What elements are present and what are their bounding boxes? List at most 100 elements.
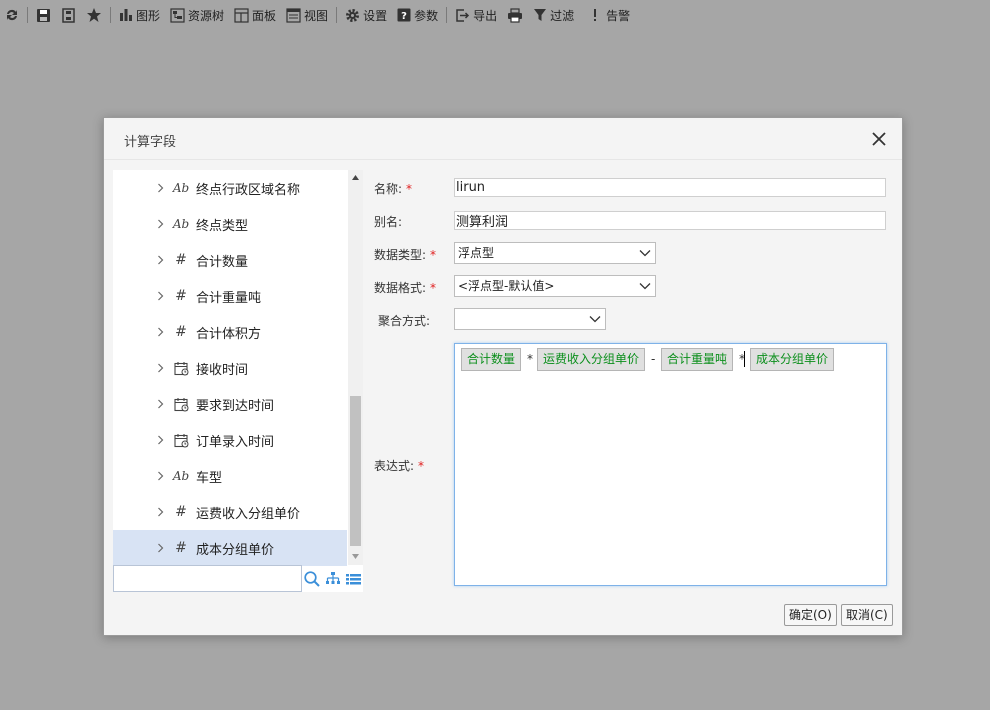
expression-field-chip[interactable]: 成本分组单价 [750,348,835,371]
save-as-button[interactable] [56,3,81,27]
expression-field-chip[interactable]: 合计数量 [461,348,522,371]
filter-button-label: 过滤 [550,8,575,23]
chevron-right-icon[interactable] [157,435,164,445]
tree-item-label: 终点类型 [196,219,249,234]
chevron-right-icon[interactable] [157,363,164,373]
resource-tree-icon [170,7,185,23]
cancel-button[interactable]: 取消(C) [841,604,893,626]
scroll-up-arrow-icon[interactable] [351,174,360,182]
scrollbar-thumb[interactable] [350,396,361,546]
chevron-right-icon[interactable] [157,327,164,337]
alert-button[interactable]: 告警 [587,3,635,27]
export-button[interactable]: 导出 [450,3,502,27]
gear-icon [346,8,360,22]
tree-item[interactable]: # 合计体积方 [113,314,347,350]
save-button[interactable] [31,3,56,27]
chart-button[interactable]: 图形 [114,3,165,27]
format-label: 数据格式: * [374,281,437,295]
resource-tree-button[interactable]: 资源树 [165,3,229,27]
parameters-button-label: 参数 [414,8,439,23]
expression-field-chip[interactable]: 合计重量吨 [661,348,734,371]
view-button-label: 视图 [304,8,329,23]
tree-item[interactable]: Ab 终点行政区域名称 [113,170,347,206]
tree-item-label: 终点行政区域名称 [196,183,301,198]
export-icon [456,8,470,22]
chevron-right-icon[interactable] [157,255,164,265]
panel-icon [234,7,249,23]
chevron-right-icon[interactable] [157,219,164,229]
format-select[interactable]: <浮点型-默认值> [454,275,656,297]
tree-item[interactable]: # 运费收入分组单价 [113,494,347,530]
datatype-value: 浮点型 [458,246,495,260]
tree-item[interactable]: 接收时间 [113,350,347,386]
favorite-button[interactable] [81,3,107,27]
tree-item[interactable]: 订单录入时间 [113,422,347,458]
hierarchy-view-icon[interactable] [325,571,341,587]
tree-scrollbar[interactable] [348,170,363,565]
field-tree-panel: Ab 终点行政区域名称 Ab 终点类型 # 合计数量 # 合计重量吨 # 合计体积方 接收时间 要求到… [113,170,363,592]
chevron-right-icon[interactable] [157,291,164,301]
view-icon [286,7,301,23]
print-button[interactable] [502,3,528,27]
refresh-button[interactable] [0,3,24,27]
calculated-field-dialog: 计算字段 Ab 终点行政区域名称 Ab 终点类型 # 合计数量 # 合计重量吨 # 合计体积方 接收… [103,117,903,636]
print-icon [508,7,523,23]
tree-item-label: 接收时间 [196,363,249,378]
tree-item-label: 合计体积方 [196,327,262,342]
parameters-button[interactable]: ? 参数 [392,3,443,27]
expression-operator: - [651,352,656,366]
tree-item-label: 车型 [196,471,223,486]
chevron-down-icon [639,250,651,257]
field-search-input[interactable] [113,565,302,592]
tree-item[interactable]: # 合计重量吨 [113,278,347,314]
list-view-icon[interactable] [345,571,362,587]
filter-icon [534,9,547,21]
export-button-label: 导出 [473,8,498,23]
chevron-right-icon[interactable] [157,543,164,553]
alert-button-label: 告警 [606,8,631,23]
bar-chart-icon [120,9,132,21]
number-type-icon: # [175,540,187,556]
toolbar-divider [336,7,338,23]
tree-item-label: 运费收入分组单价 [196,507,301,522]
chevron-right-icon[interactable] [157,183,164,193]
alert-icon [594,9,597,21]
tree-item[interactable]: Ab 车型 [113,458,347,494]
number-type-icon: # [175,324,187,340]
text-cursor [744,351,745,367]
panel-button[interactable]: 面板 [229,3,281,27]
ok-button[interactable]: 确定(O) [784,604,837,626]
panel-button-label: 面板 [252,8,277,23]
alias-field[interactable] [454,211,886,230]
tree-item[interactable]: Ab 终点类型 [113,206,347,242]
calendar-icon [173,359,189,377]
settings-button-label: 设置 [363,8,388,23]
resource-tree-label: 资源树 [188,8,225,23]
chevron-right-icon[interactable] [157,507,164,517]
number-type-icon: # [175,252,187,268]
view-button[interactable]: 视图 [281,3,333,27]
tree-item[interactable]: # 合计数量 [113,242,347,278]
save-as-icon [62,7,75,23]
name-field[interactable] [454,178,886,197]
field-form-panel: 名称:* 别名: 数据类型:* 浮点型 数据格式:* <浮点型-默认值> 聚合方… [364,170,894,592]
chevron-right-icon[interactable] [157,399,164,409]
toolbar-divider [27,7,28,23]
main-toolbar: 图形 资源树 面板 视图 设置 ? 参数 导出 过滤 告警 [0,0,990,30]
search-icon[interactable] [303,570,321,588]
chevron-right-icon[interactable] [157,471,164,481]
expression-editor[interactable]: 合计数量 * 运费收入分组单价 - 合计重量吨 * 成本分组单价 [454,343,887,586]
settings-button[interactable]: 设置 [340,3,392,27]
expression-field-chip[interactable]: 运费收入分组单价 [537,348,646,371]
refresh-icon [7,9,17,21]
filter-button[interactable]: 过滤 [528,3,579,27]
tree-item[interactable]: 要求到达时间 [113,386,347,422]
number-type-icon: # [175,288,187,304]
question-icon: ? [397,8,411,22]
scroll-down-arrow-icon[interactable] [351,552,360,560]
dialog-header: 计算字段 [104,118,902,160]
aggregate-select[interactable] [454,308,606,330]
tree-item[interactable]: # 成本分组单价 [113,530,347,566]
close-icon[interactable] [870,130,888,148]
datatype-select[interactable]: 浮点型 [454,242,656,264]
